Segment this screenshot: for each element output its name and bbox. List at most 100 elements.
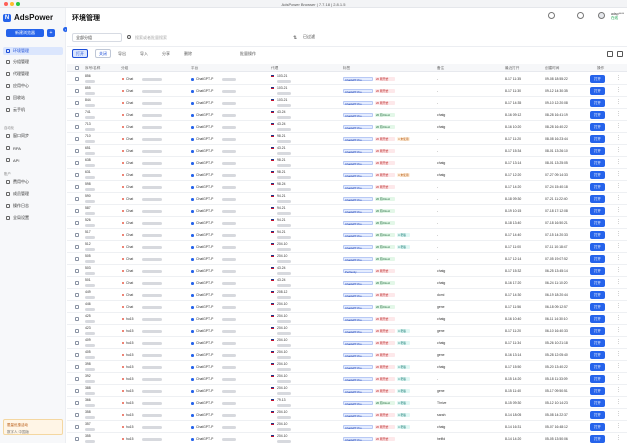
col-tags[interactable]: 标签 — [343, 66, 350, 71]
col-notes[interactable]: 备注 — [437, 66, 444, 71]
table-row[interactable]: 587 Chat ChatGPT-P 94.21 ChatGPT Pro 20 有Dire… — [67, 205, 627, 217]
table-row[interactable]: 392 hu15 ChatGPT-P 204.10 ChatGPT Pro 20 刚开始 4… — [67, 373, 627, 385]
table-row[interactable]: 501 Chat ChatGPT-P 43.24 ChatGPT Pro 20 有Dire… — [67, 277, 627, 289]
open-button[interactable]: 打开 — [590, 387, 605, 395]
row-checkbox[interactable] — [75, 149, 79, 153]
open-button[interactable]: 打开 — [590, 207, 605, 215]
open-button[interactable]: 打开 — [590, 231, 605, 239]
table-row[interactable]: 517 Chat ChatGPT-P 94.21 ChatGPT Pro 20 有Dire… — [67, 229, 627, 241]
more-icon[interactable]: ⋮ — [616, 411, 621, 417]
open-button[interactable]: 打开 — [590, 399, 605, 407]
table-row[interactable]: 405 hu15 ChatGPT-P 204.10 ChatGPT Pro 20 刚开始 g… — [67, 349, 627, 361]
open-button[interactable]: 打开 — [590, 279, 605, 287]
sidebar-item-trash[interactable]: 回收站 — [3, 94, 63, 102]
more-icon[interactable]: ⋮ — [616, 291, 621, 297]
open-button[interactable]: 打开 — [590, 339, 605, 347]
group-select[interactable]: 全部分组 — [72, 33, 122, 42]
avatar[interactable] — [598, 12, 605, 19]
row-checkbox[interactable] — [75, 77, 79, 81]
table-row[interactable]: 598 Chat ChatGPT-P 98.24 ChatGPT Pro 20 刚开始 - 8… — [67, 181, 627, 193]
sidebar-item-proxies[interactable]: 代理管理 — [3, 70, 63, 78]
table-row[interactable]: 741 Chat ChatGPT-P 43.24 ChatGPT Pro 20 有Dire… — [67, 109, 627, 121]
open-button[interactable]: 打开 — [590, 219, 605, 227]
quick-create-button[interactable]: + — [47, 29, 55, 37]
row-checkbox[interactable] — [75, 377, 79, 381]
search-input[interactable]: 搜索或者批量搜索 — [125, 33, 285, 42]
col-created[interactable]: 创建时间 — [545, 66, 559, 71]
more-icon[interactable]: ⋮ — [616, 399, 621, 405]
filter-status[interactable]: 已过滤 — [303, 34, 315, 40]
more-icon[interactable]: ⋮ — [616, 315, 621, 321]
open-button[interactable]: 打开 — [590, 159, 605, 167]
table-row[interactable]: 638 Chat ChatGPT-P 98.21 ChatGPT Pro 20 刚开始 ch… — [67, 157, 627, 169]
more-icon[interactable]: ⋮ — [616, 339, 621, 345]
row-checkbox[interactable] — [75, 257, 79, 261]
more-icon[interactable]: ⋮ — [616, 183, 621, 189]
open-button[interactable]: 打开 — [590, 267, 605, 275]
sidebar-item-rpa[interactable]: RPA — [3, 144, 63, 152]
promo-banner[interactable]: 限量优惠活动 数字人 中国版 — [3, 419, 63, 435]
more-icon[interactable]: ⋮ — [616, 135, 621, 141]
table-row[interactable]: 423 hu15 ChatGPT-P 204.10 ChatGPT Pro 20 刚开始 4… — [67, 325, 627, 337]
select-all-checkbox[interactable] — [75, 66, 79, 70]
row-checkbox[interactable] — [75, 89, 79, 93]
open-button[interactable]: 打开 — [590, 375, 605, 383]
sidebar-item-api[interactable]: API — [3, 156, 63, 164]
table-row[interactable]: 425 hu15 ChatGPT-P 204.10 ChatGPT Pro 20 刚开始 c… — [67, 313, 627, 325]
row-checkbox[interactable] — [75, 317, 79, 321]
table-row[interactable]: 505 Chat ChatGPT-P 204.10 ChatGPT Pro 20 有Dir… — [67, 253, 627, 265]
table-row[interactable]: 651 Chat ChatGPT-P 43.21 ChatGPT Pro 20 刚开始 - 8… — [67, 145, 627, 157]
delete-button[interactable]: 删除 — [181, 49, 195, 58]
user-info[interactable]: adsp**** 在线 — [611, 12, 624, 20]
table-row[interactable]: 856 Chat ChatGPT-P 103.21 ChatGPT Pro 20 刚开始 -… — [67, 73, 627, 85]
row-checkbox[interactable] — [75, 413, 79, 417]
row-checkbox[interactable] — [75, 221, 79, 225]
more-icon[interactable]: ⋮ — [616, 231, 621, 237]
open-button[interactable]: 打开 — [590, 171, 605, 179]
open-button[interactable]: 打开 — [590, 255, 605, 263]
row-checkbox[interactable] — [75, 293, 79, 297]
sidebar-item-cloud-phone[interactable]: 云手机 — [3, 106, 63, 114]
table-row[interactable]: 631 Chat ChatGPT-P 98.21 ChatGPT Pro 20 刚开始 4 … — [67, 169, 627, 181]
more-icon[interactable]: ⋮ — [616, 327, 621, 333]
sidebar-item-sync[interactable]: 窗口同步 — [3, 132, 63, 140]
row-checkbox[interactable] — [75, 137, 79, 141]
col-proxy[interactable]: 代理 — [271, 66, 278, 71]
open-button[interactable]: 打开 — [590, 351, 605, 359]
table-row[interactable]: 844 Chat ChatGPT-P 103.21 ChatGPT Pro 20 刚开始 -… — [67, 97, 627, 109]
open-button[interactable]: 打开 — [590, 75, 605, 83]
row-checkbox[interactable] — [75, 305, 79, 309]
open-button[interactable]: 打开 — [590, 363, 605, 371]
table-row[interactable]: 512 Chat ChatGPT-P 204.10 ChatGPT Pro 20 有Dir… — [67, 241, 627, 253]
row-checkbox[interactable] — [75, 125, 79, 129]
col-platform[interactable]: 平台 — [191, 66, 198, 71]
row-checkbox[interactable] — [75, 161, 79, 165]
table-row[interactable]: 590 Chat ChatGPT-P 94.21 ChatGPT Pro 20 有Dire… — [67, 193, 627, 205]
more-icon[interactable]: ⋮ — [616, 87, 621, 93]
table-row[interactable]: 526 Chat ChatGPT-P 94.21 ChatGPT Pro 20 有Dire… — [67, 217, 627, 229]
table-row[interactable]: 357 hu15 ChatGPT-P 204.10 ChatGPT Pro 20 刚开始 4… — [67, 421, 627, 433]
column-settings-icon[interactable] — [607, 51, 613, 57]
row-checkbox[interactable] — [75, 401, 79, 405]
open-button[interactable]: 打开 — [590, 195, 605, 203]
open-button[interactable]: 打开 — [590, 147, 605, 155]
open-button[interactable]: 打开 — [590, 243, 605, 251]
open-button[interactable]: 打开 — [590, 291, 605, 299]
export-button[interactable]: 导出 — [115, 49, 129, 58]
row-checkbox[interactable] — [75, 101, 79, 105]
row-checkbox[interactable] — [75, 425, 79, 429]
more-icon[interactable]: ⋮ — [616, 423, 621, 429]
table-row[interactable]: 446 Chat ChatGPT-P 204.10 ChatGPT Pro 20 有Dir… — [67, 301, 627, 313]
new-browser-button[interactable]: 新建浏览器 — [6, 29, 44, 37]
row-checkbox[interactable] — [75, 197, 79, 201]
row-checkbox[interactable] — [75, 245, 79, 249]
open-button[interactable]: 打开 — [590, 183, 605, 191]
more-icon[interactable]: ⋮ — [616, 207, 621, 213]
table-row[interactable]: 503 Chat ChatGPT-P 43.24 Perflexity 20 刚开始 cha… — [67, 265, 627, 277]
sidebar-item-apps[interactable]: 应用中心 — [3, 82, 63, 90]
table-row[interactable]: 855 Chat ChatGPT-P 103.21 ChatGPT Pro 20 刚开始 -… — [67, 85, 627, 97]
open-selected-button[interactable]: 打开 — [72, 49, 88, 58]
row-checkbox[interactable] — [75, 113, 79, 117]
table-row[interactable]: 713 Chat ChatGPT-P 43.24 ChatGPT Pro 20 有Dire… — [67, 121, 627, 133]
row-checkbox[interactable] — [75, 437, 79, 441]
